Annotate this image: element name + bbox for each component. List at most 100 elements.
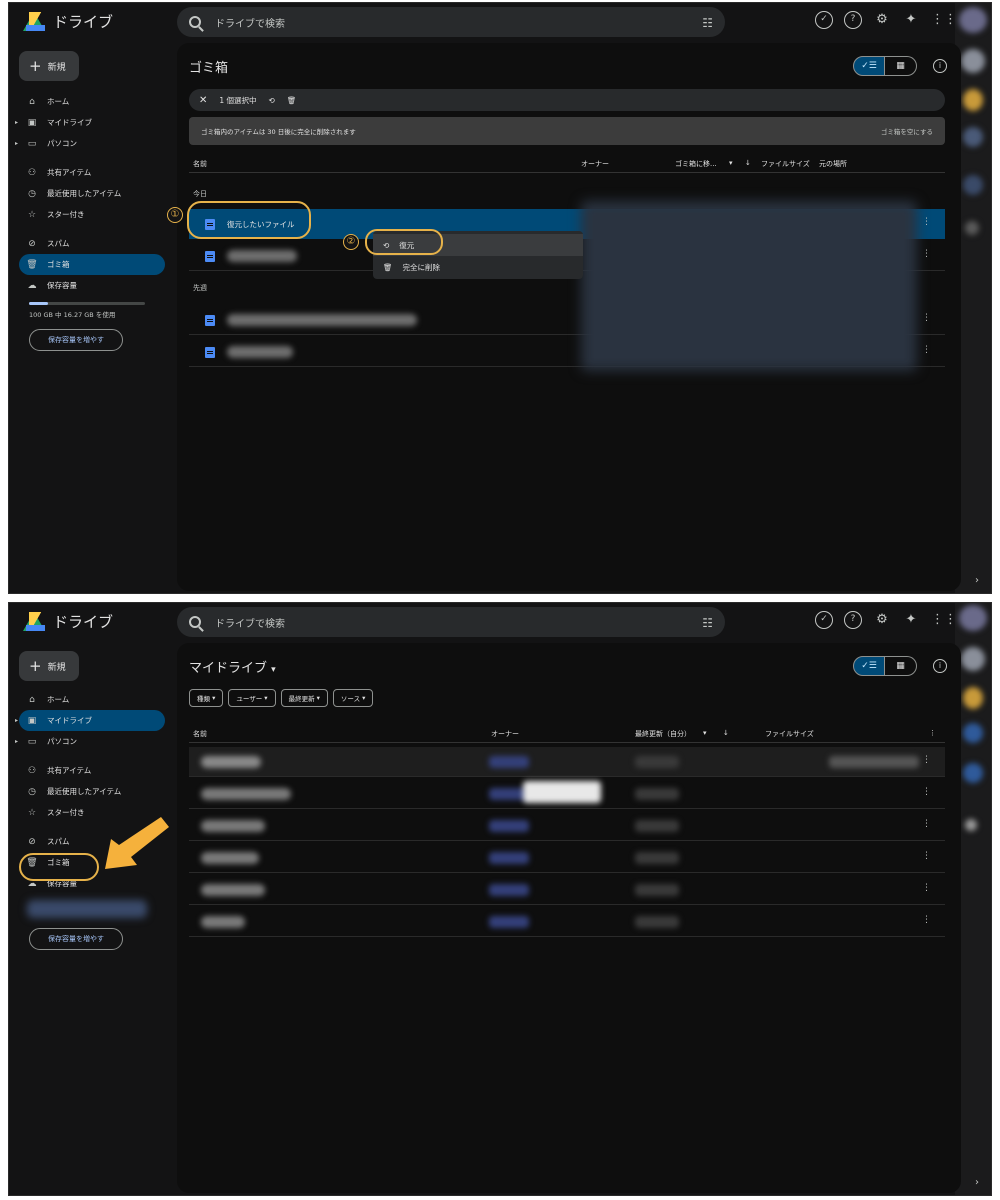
search-input[interactable]: ドライブで検索 ☷ (177, 607, 725, 637)
people-icon: ⚇ (27, 765, 37, 776)
gemini-icon[interactable]: ✦ (902, 11, 920, 29)
more-columns-icon[interactable]: ⋮ (929, 729, 936, 737)
column-file-size[interactable]: ファイルサイズ (765, 729, 814, 739)
settings-icon[interactable]: ⚙ (873, 611, 891, 629)
column-trashed-date[interactable]: ゴミ箱に移... (675, 159, 717, 169)
apps-icon[interactable]: ⋮⋮ (931, 611, 957, 629)
expand-arrow-icon[interactable]: ▸ (15, 738, 18, 745)
sidebar-item-computers[interactable]: ▸ ▭ パソコン (15, 731, 165, 752)
expand-arrow-icon[interactable]: ▸ (15, 717, 18, 724)
more-actions-icon[interactable]: ⋮ (922, 345, 931, 355)
table-row[interactable]: ⋮ (189, 779, 945, 809)
tune-icon[interactable]: ☷ (702, 616, 713, 630)
column-owner[interactable]: オーナー (491, 729, 519, 739)
sort-arrow-icon[interactable]: ↓ (723, 729, 729, 737)
settings-icon[interactable]: ⚙ (873, 11, 891, 29)
sidebar-item-my-drive[interactable]: ▸ ▣ マイドライブ (15, 710, 165, 731)
sort-desc-icon[interactable]: ▾ (729, 159, 733, 167)
offline-icon[interactable]: ✓ (815, 611, 833, 629)
more-actions-icon[interactable]: ⋮ (922, 249, 931, 259)
table-row[interactable]: ⋮ (189, 875, 945, 905)
more-actions-icon[interactable]: ⋮ (922, 851, 931, 861)
info-icon[interactable]: i (933, 659, 947, 673)
help-icon[interactable]: ? (844, 611, 862, 629)
trash-screenshot: ドライブ ドライブで検索 ☷ ✓ ? ⚙ ✦ ⋮⋮ › + 新規 ⌂ ホーム ▸ ▣… (8, 2, 992, 594)
clear-selection-icon[interactable]: ✕ (199, 95, 207, 106)
sidebar-item-recent[interactable]: ◷ 最近使用したアイテム (19, 183, 165, 204)
header-icons: ✓ ? ⚙ ✦ ⋮⋮ (815, 11, 957, 29)
column-name[interactable]: 名前 (193, 159, 207, 169)
sidebar-item-computers[interactable]: ▸ ▭ パソコン (15, 133, 165, 154)
sidebar-item-my-drive[interactable]: ▸ ▣ マイドライブ (15, 112, 165, 133)
empty-trash-button[interactable]: ゴミ箱を空にする (881, 126, 933, 136)
column-owner[interactable]: オーナー (581, 159, 609, 169)
blurred-file-name (227, 250, 297, 262)
filter-people[interactable]: ユーザー ▾ (228, 689, 276, 707)
sidebar-item-storage[interactable]: ☁ 保存容量 (19, 275, 165, 296)
gemini-icon[interactable]: ✦ (902, 611, 920, 629)
view-toggle[interactable]: ✓☰ ▦ (853, 656, 917, 676)
get-more-storage-button[interactable]: 保存容量を増やす (29, 329, 123, 351)
drive-logo[interactable]: ドライブ (23, 11, 113, 32)
sidebar-item-home[interactable]: ⌂ ホーム (19, 91, 165, 112)
sidebar-item-label: 最近使用したアイテム (47, 189, 122, 198)
view-toggle[interactable]: ✓☰ ▦ (853, 56, 917, 76)
blurred-owner (489, 756, 529, 768)
page-title[interactable]: マイドライブ ▾ (189, 657, 276, 676)
filter-modified[interactable]: 最終更新 ▾ (280, 689, 328, 707)
sidebar-item-label: ホーム (47, 695, 70, 704)
column-file-size[interactable]: ファイルサイズ (761, 159, 810, 169)
column-name[interactable]: 名前 (193, 729, 207, 739)
sort-desc-icon[interactable]: ▾ (703, 729, 707, 737)
more-actions-icon[interactable]: ⋮ (922, 755, 931, 765)
new-button[interactable]: + 新規 (19, 51, 79, 81)
blurred-file-name (201, 884, 265, 896)
more-actions-icon[interactable]: ⋮ (922, 217, 931, 227)
grid-view-button[interactable]: ▦ (885, 56, 917, 76)
more-actions-icon[interactable]: ⋮ (922, 883, 931, 893)
expand-arrow-icon[interactable]: ▸ (15, 119, 18, 126)
table-row[interactable]: ⋮ (189, 843, 945, 873)
menu-item-delete-forever[interactable]: 🗑 完全に削除 (373, 256, 583, 278)
sidebar-item-trash[interactable]: 🗑 ゴミ箱 (19, 254, 165, 275)
grid-view-button[interactable]: ▦ (885, 656, 917, 676)
filter-label: ユーザー (236, 695, 263, 703)
offline-icon[interactable]: ✓ (815, 11, 833, 29)
mydrive-screenshot: ドライブ ドライブで検索 ☷ ✓ ? ⚙ ✦ ⋮⋮ › + 新規 ⌂ ホーム ▸ ▣… (8, 602, 992, 1196)
table-row[interactable]: ⋮ (189, 811, 945, 841)
filter-type[interactable]: 種類 ▾ (189, 689, 224, 707)
sidebar-item-home[interactable]: ⌂ ホーム (19, 689, 165, 710)
new-button[interactable]: + 新規 (19, 651, 79, 681)
get-more-storage-button[interactable]: 保存容量を増やす (29, 928, 123, 950)
sidebar-item-label: パソコン (47, 139, 77, 148)
info-icon[interactable]: i (933, 59, 947, 73)
apps-icon[interactable]: ⋮⋮ (931, 11, 957, 29)
sort-arrow-icon[interactable]: ↓ (745, 159, 751, 167)
sidebar-item-shared[interactable]: ⚇ 共有アイテム (19, 162, 165, 183)
expand-panel-icon[interactable]: › (975, 1177, 979, 1188)
restore-icon[interactable]: ⟲ (269, 96, 275, 105)
table-row[interactable]: ⋮ (189, 907, 945, 937)
table-row[interactable]: ⋮ (189, 747, 945, 777)
sidebar-item-starred[interactable]: ☆ スター付き (19, 204, 165, 225)
tune-icon[interactable]: ☷ (702, 16, 713, 30)
more-actions-icon[interactable]: ⋮ (922, 915, 931, 925)
drive-logo[interactable]: ドライブ (23, 611, 113, 632)
column-modified[interactable]: 最終更新（自分） (635, 729, 691, 739)
filter-source[interactable]: ソース ▾ (332, 689, 374, 707)
list-view-button[interactable]: ✓☰ (853, 56, 885, 76)
list-view-button[interactable]: ✓☰ (853, 656, 885, 676)
sidebar-item-shared[interactable]: ⚇ 共有アイテム (19, 760, 165, 781)
column-location[interactable]: 元の場所 (819, 159, 847, 169)
expand-panel-icon[interactable]: › (975, 575, 979, 586)
blurred-file-name (201, 852, 259, 864)
more-actions-icon[interactable]: ⋮ (922, 313, 931, 323)
help-icon[interactable]: ? (844, 11, 862, 29)
search-input[interactable]: ドライブで検索 ☷ (177, 7, 725, 37)
more-actions-icon[interactable]: ⋮ (922, 819, 931, 829)
expand-arrow-icon[interactable]: ▸ (15, 140, 18, 147)
more-actions-icon[interactable]: ⋮ (922, 787, 931, 797)
delete-forever-icon[interactable]: 🗑 (287, 96, 297, 105)
sidebar-item-spam[interactable]: ⊘ スパム (19, 233, 165, 254)
sidebar-item-recent[interactable]: ◷ 最近使用したアイテム (19, 781, 165, 802)
